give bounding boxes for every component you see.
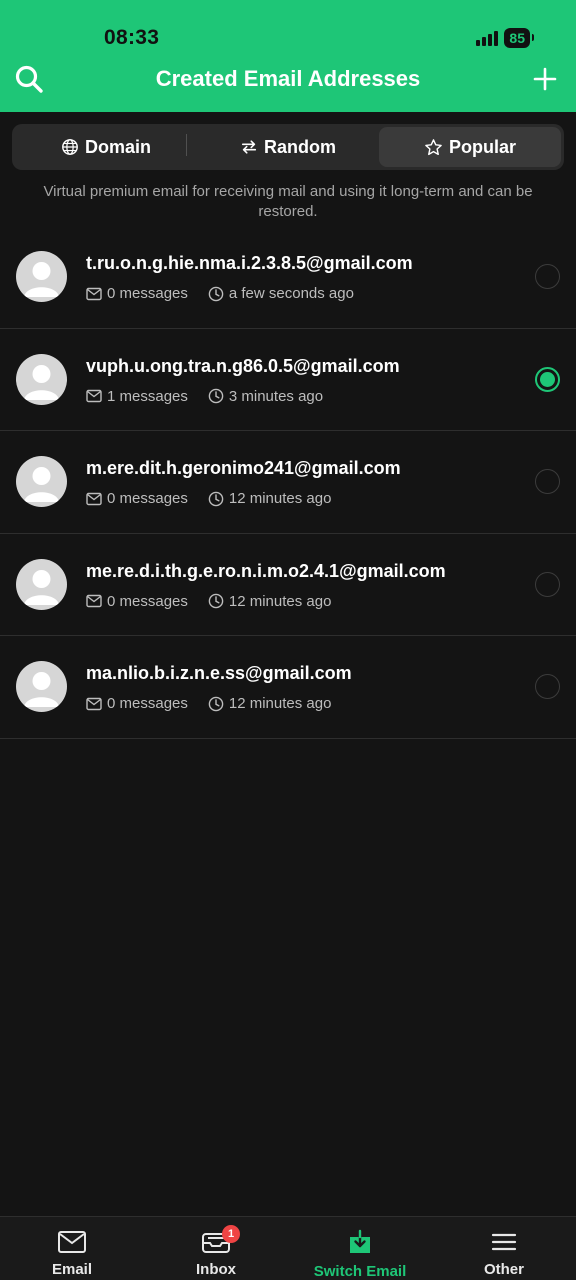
message-count-text: 0 messages [107, 695, 188, 712]
created-time: 12 minutes ago [208, 695, 332, 712]
email-row[interactable]: m.ere.dit.h.geronimo241@gmail.com 0 mess… [0, 431, 576, 534]
created-time-text: a few seconds ago [228, 285, 354, 302]
user-avatar-icon [24, 364, 59, 400]
tab-random[interactable]: Random [197, 127, 379, 167]
select-radio[interactable] [535, 571, 560, 597]
plus-icon [533, 67, 557, 91]
envelope-icon [86, 594, 102, 608]
status-indicators: 85 [476, 28, 534, 48]
user-avatar-icon [24, 467, 59, 502]
email-row[interactable]: ma.nlio.b.i.z.n.e.ss@gmail.com 0 message… [0, 636, 576, 739]
email-meta: 0 messages 12 minutes ago [86, 593, 351, 610]
message-count-text: 0 messages [107, 490, 188, 507]
switch-email-icon [350, 1229, 370, 1253]
nav-inbox[interactable]: 1 Inbox [144, 1217, 288, 1280]
select-radio[interactable] [535, 264, 560, 289]
created-time-text: 12 minutes ago [228, 695, 332, 712]
nav-other[interactable]: Other [432, 1217, 576, 1280]
email-address: m.ere.dit.h.geronimo241@gmail.com [86, 458, 401, 478]
message-count: 0 messages [86, 285, 188, 302]
email-meta: 0 messages 12 minutes ago [86, 490, 351, 507]
select-radio[interactable] [535, 469, 560, 494]
email-type-tabs: Domain Random Popular [12, 124, 564, 170]
nav-email[interactable]: Email [0, 1217, 144, 1280]
nav-email-label: Email [51, 1261, 93, 1278]
created-time-text: 3 minutes ago [228, 387, 324, 405]
message-count: 0 messages [86, 593, 188, 610]
email-meta: 1 messages 3 minutes ago [86, 388, 343, 405]
created-time: 12 minutes ago [208, 490, 332, 507]
email-row[interactable]: vuph.u.ong.tra.n.g86.0.5@gmail.com 1 mes… [0, 329, 576, 431]
email-address: me.re.d.i.th.g.e.ro.n.i.m.o2.4.1@gmail.c… [86, 560, 446, 581]
select-radio[interactable] [535, 674, 560, 699]
nav-switch-email-label: Switch Email [313, 1263, 407, 1280]
avatar [16, 456, 67, 507]
avatar [16, 558, 67, 610]
message-count: 0 messages [86, 695, 188, 712]
tab-divider [186, 134, 187, 156]
email-address: t.ru.o.n.g.hie.nma.i.2.3.8.5@gmail.com [86, 253, 413, 273]
envelope-icon [86, 697, 102, 710]
envelope-icon [86, 492, 102, 505]
created-time-text: 12 minutes ago [228, 592, 332, 610]
message-count: 0 messages [86, 490, 188, 507]
globe-icon [62, 139, 78, 155]
tab-random-label: Random [264, 136, 336, 157]
message-count-text: 0 messages [107, 285, 188, 302]
clock-icon [208, 491, 224, 506]
mail-icon [58, 1231, 86, 1253]
created-time: 3 minutes ago [208, 388, 323, 405]
menu-icon [491, 1233, 517, 1251]
nav-inbox-label: Inbox [196, 1261, 236, 1278]
user-avatar-icon [24, 262, 59, 297]
inbox-badge: 1 [222, 1225, 240, 1243]
nav-other-label: Other [483, 1261, 524, 1278]
shuffle-icon [241, 140, 257, 154]
add-email-button[interactable] [530, 64, 560, 94]
bottom-navigation: Email 1 Inbox Switch Email Other [0, 1216, 576, 1280]
description-text: Virtual premium email for receiving mail… [43, 183, 533, 220]
tab-popular[interactable]: Popular [379, 127, 561, 167]
star-icon [425, 138, 442, 155]
avatar [16, 661, 67, 712]
clock-icon [208, 593, 224, 609]
email-row[interactable]: me.re.d.i.th.g.e.ro.n.i.m.o2.4.1@gmail.c… [0, 534, 576, 636]
user-avatar-icon [24, 672, 59, 707]
created-time: 12 minutes ago [208, 592, 332, 610]
app-header: 08:33 85 Created Email Addresses [0, 0, 576, 112]
tab-domain-label: Domain [84, 136, 151, 157]
tab-popular-label: Popular [448, 136, 516, 157]
nav-switch-email[interactable]: Switch Email [288, 1217, 432, 1280]
email-meta: 0 messages 12 minutes ago [86, 695, 351, 712]
avatar [16, 251, 67, 302]
envelope-icon [86, 389, 102, 403]
battery-indicator: 85 [504, 28, 534, 48]
message-count-text: 1 messages [107, 387, 188, 405]
created-time-text: 12 minutes ago [228, 490, 332, 507]
email-list: t.ru.o.n.g.hie.nma.i.2.3.8.5@gmail.com 0… [0, 226, 576, 739]
message-count: 1 messages [86, 388, 188, 405]
email-address: ma.nlio.b.i.z.n.e.ss@gmail.com [86, 663, 352, 683]
envelope-icon [86, 287, 102, 300]
select-radio[interactable] [535, 366, 560, 392]
email-row[interactable]: t.ru.o.n.g.hie.nma.i.2.3.8.5@gmail.com 0… [0, 226, 576, 329]
status-time: 08:33 [104, 26, 160, 49]
tab-domain[interactable]: Domain [15, 127, 197, 167]
page-title: Created Email Addresses [155, 66, 421, 91]
clock-icon [208, 388, 224, 404]
created-time: a few seconds ago [208, 285, 354, 302]
email-address: vuph.u.ong.tra.n.g86.0.5@gmail.com [86, 355, 400, 376]
avatar [16, 353, 67, 405]
clock-icon [208, 696, 224, 711]
user-avatar-icon [24, 569, 59, 605]
clock-icon [208, 286, 224, 301]
signal-icon [476, 30, 499, 46]
message-count-text: 0 messages [107, 592, 188, 610]
email-meta: 0 messages a few seconds ago [86, 285, 374, 302]
